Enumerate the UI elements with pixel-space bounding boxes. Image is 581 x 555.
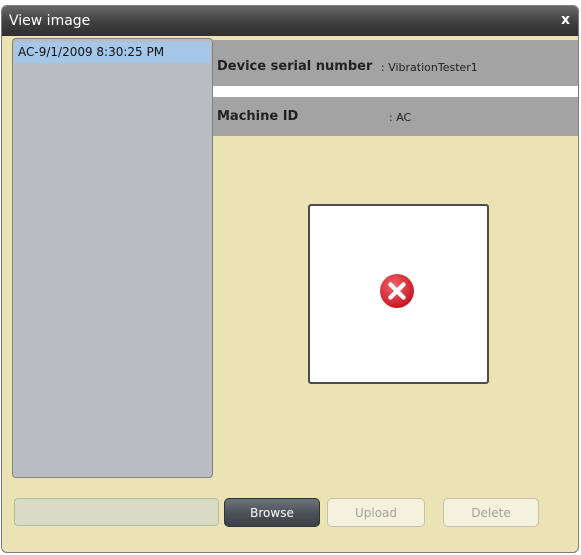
image-list[interactable]: AC-9/1/2009 8:30:25 PM — [12, 38, 213, 478]
file-path-field[interactable] — [14, 498, 219, 526]
delete-button[interactable]: Delete — [443, 498, 539, 527]
device-serial-row: Device serial number : VibrationTester1 — [213, 40, 578, 86]
row-separator — [213, 86, 578, 97]
title-bar: View image x — [2, 6, 578, 36]
close-button[interactable]: x — [561, 12, 570, 28]
device-serial-label: Device serial number — [217, 59, 373, 74]
machine-id-label: Machine ID — [217, 109, 299, 124]
machine-id-value: : AC — [389, 111, 412, 124]
upload-button[interactable]: Upload — [327, 498, 425, 527]
list-item[interactable]: AC-9/1/2009 8:30:25 PM — [15, 42, 210, 63]
image-preview — [308, 204, 489, 384]
browse-button[interactable]: Browse — [224, 498, 320, 527]
device-serial-value: : VibrationTester1 — [381, 61, 478, 74]
dialog-title: View image — [9, 13, 91, 29]
error-circle-icon — [380, 274, 414, 308]
machine-id-row: Machine ID : AC — [213, 97, 578, 136]
